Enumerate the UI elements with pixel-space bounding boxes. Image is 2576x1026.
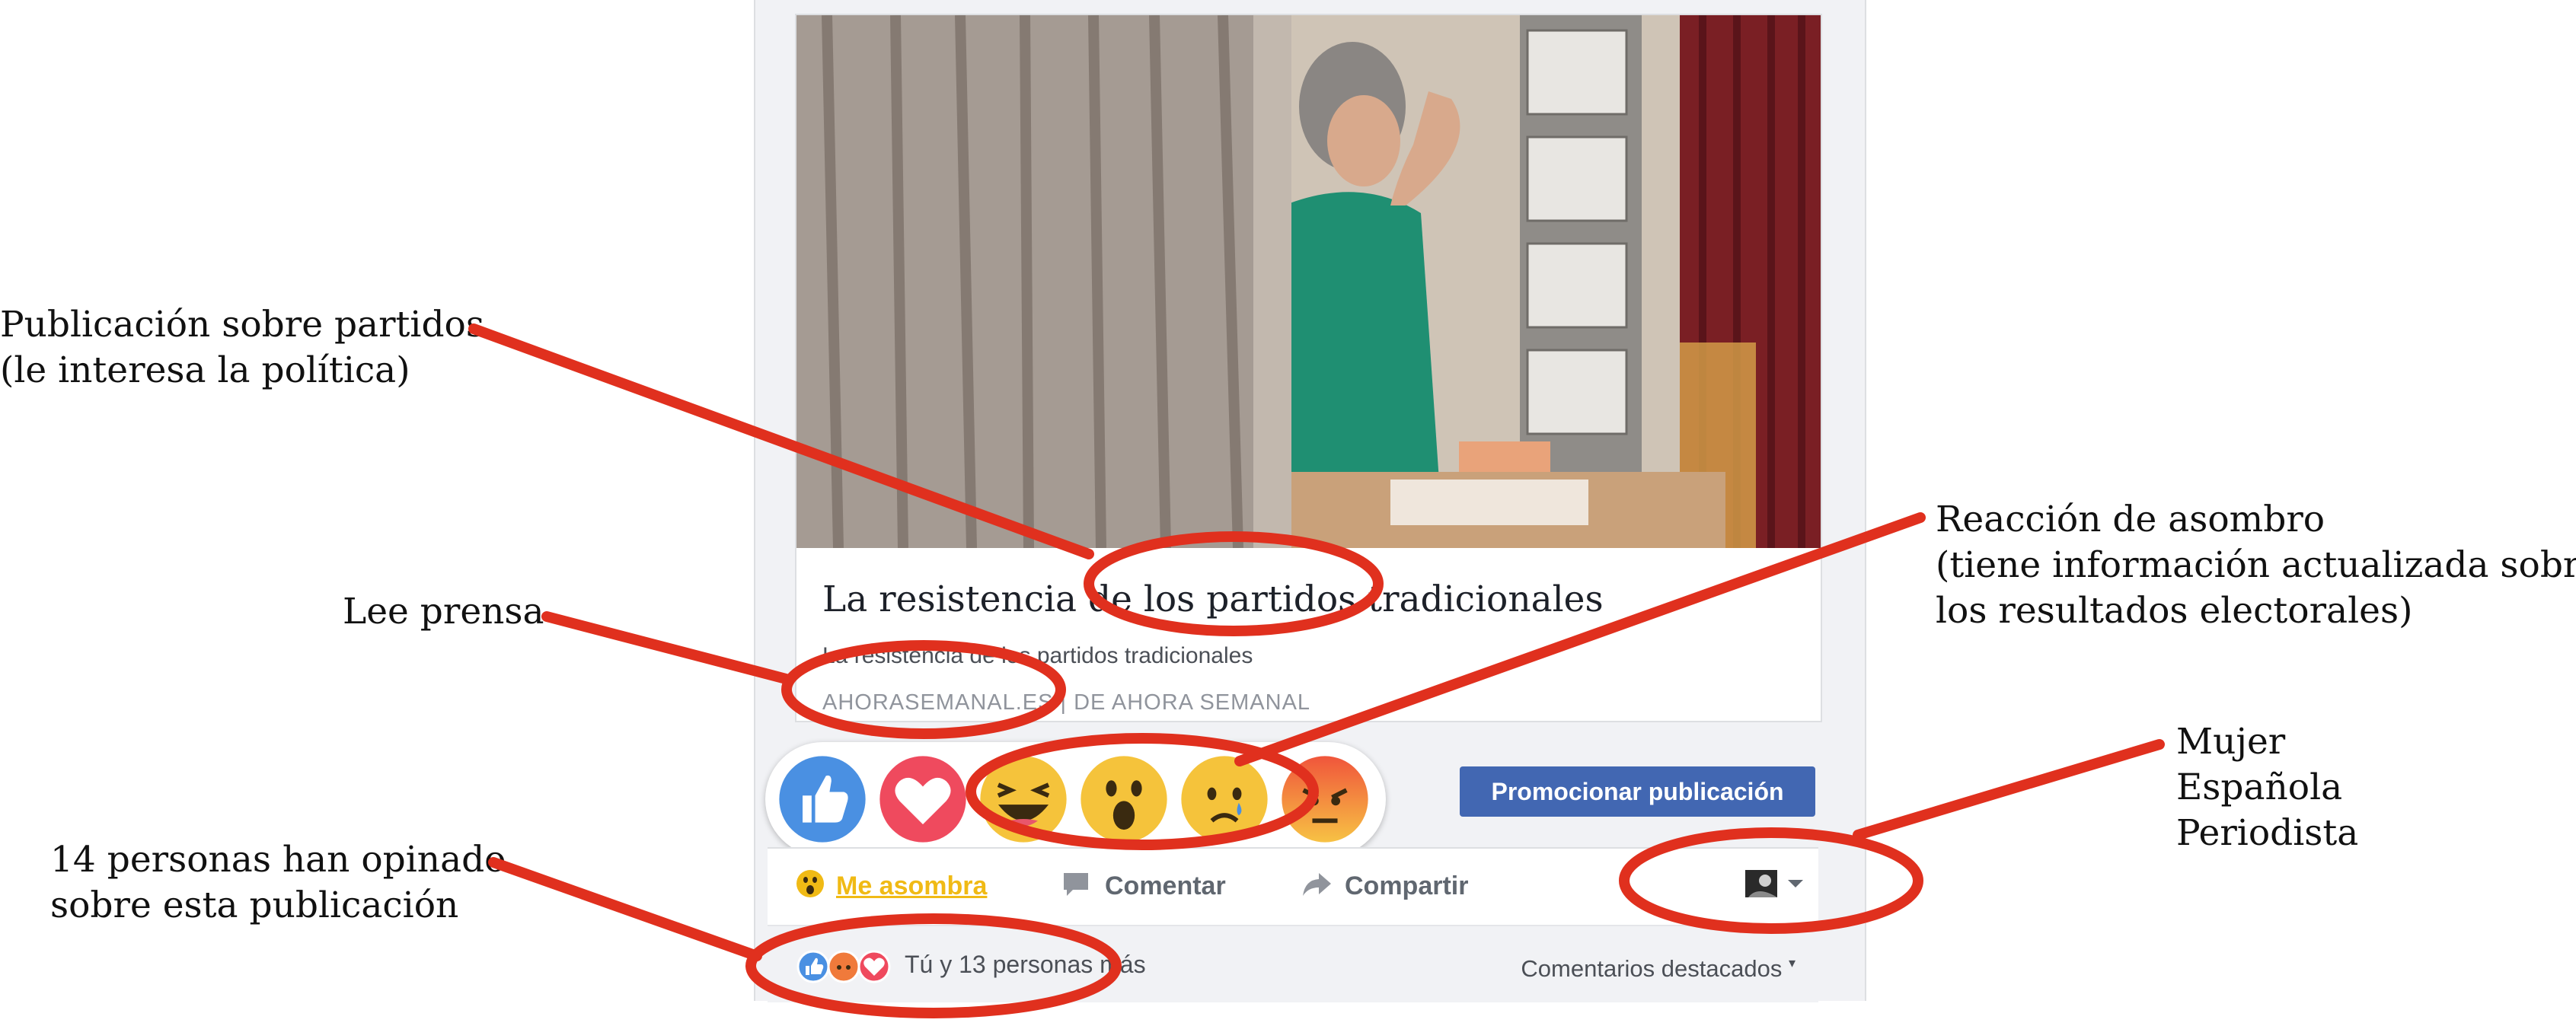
link-source: AHORASEMANAL.ES | DE AHORA SEMANAL xyxy=(822,690,1311,715)
annotation-asombro: Reacción de asombro (tiene información a… xyxy=(1936,497,2576,634)
share-button[interactable]: Compartir xyxy=(1345,871,1468,901)
annotation-prensa-line1: Lee prensa xyxy=(343,591,544,632)
pointer-line-perfil xyxy=(1853,739,2165,840)
link-title[interactable]: La resistencia de los partidos tradicion… xyxy=(822,578,1604,620)
annotation-perfil-line2: Española xyxy=(2176,766,2343,808)
annotation-personas-line1: 14 personas han opinado xyxy=(50,839,506,881)
pointer-line-prensa xyxy=(541,611,794,685)
comment-sort-label: Comentarios destacados xyxy=(1521,955,1783,982)
share-icon xyxy=(1303,873,1331,896)
annotation-partidos-line1: Publicación sobre partidos xyxy=(0,304,484,346)
love-reaction-icon[interactable] xyxy=(878,754,968,844)
annotation-asombro-line3: los resultados electorales) xyxy=(1936,590,2413,632)
annotation-perfil-line3: Periodista xyxy=(2176,812,2359,854)
link-description: La resistencia de los partidos tradicion… xyxy=(822,643,1253,668)
reactions-summary-text[interactable]: Tú y 13 personas más xyxy=(905,951,1146,979)
like-reaction-icon[interactable] xyxy=(777,754,867,844)
profile-avatar-icon[interactable] xyxy=(1744,867,1779,900)
comment-sort-dropdown[interactable]: Comentarios destacados ▾ xyxy=(1521,955,1796,983)
reactions-summary-bar: Tú y 13 personas más Comentarios destaca… xyxy=(768,925,1818,1002)
chevron-down-icon[interactable] xyxy=(1786,878,1805,890)
wow-reaction-icon[interactable] xyxy=(1079,754,1169,844)
reacted-wow-button[interactable]: Me asombra xyxy=(836,871,987,901)
reaction-counts-icons[interactable] xyxy=(796,949,903,984)
reactions-popup xyxy=(765,742,1386,856)
voting-booth-photo xyxy=(796,15,1821,548)
comment-icon xyxy=(1064,873,1088,896)
annotation-personas-line2: sobre esta publicación xyxy=(50,884,459,926)
link-preview[interactable]: La resistencia de los partidos tradicion… xyxy=(795,14,1822,722)
caret-down-icon: ▾ xyxy=(1788,955,1796,970)
annotation-asombro-line2: (tiene información actualizada sobre xyxy=(1936,544,2576,586)
promote-post-button[interactable]: Promocionar publicación xyxy=(1460,766,1815,817)
annotation-perfil: Mujer Española Periodista xyxy=(2176,719,2358,856)
link-preview-image[interactable] xyxy=(796,15,1821,548)
annotation-partidos: Publicación sobre partidos (le interesa … xyxy=(0,302,484,394)
pointer-line-personas xyxy=(488,857,762,961)
annotation-personas: 14 personas han opinado sobre esta publi… xyxy=(50,837,506,929)
annotation-partidos-line2: (le interesa la política) xyxy=(0,349,410,391)
angry-reaction-icon[interactable] xyxy=(1280,754,1370,844)
sad-reaction-icon[interactable] xyxy=(1179,754,1269,844)
annotation-perfil-line1: Mujer xyxy=(2176,721,2286,763)
annotation-prensa: Lee prensa xyxy=(343,589,544,635)
haha-reaction-icon[interactable] xyxy=(978,754,1068,844)
post-actions-bar: Me asombra Comentar Compartir xyxy=(768,847,1818,925)
comment-button[interactable]: Comentar xyxy=(1105,871,1226,901)
annotation-asombro-line1: Reacción de asombro xyxy=(1936,499,2325,540)
wow-small-icon xyxy=(796,870,824,897)
